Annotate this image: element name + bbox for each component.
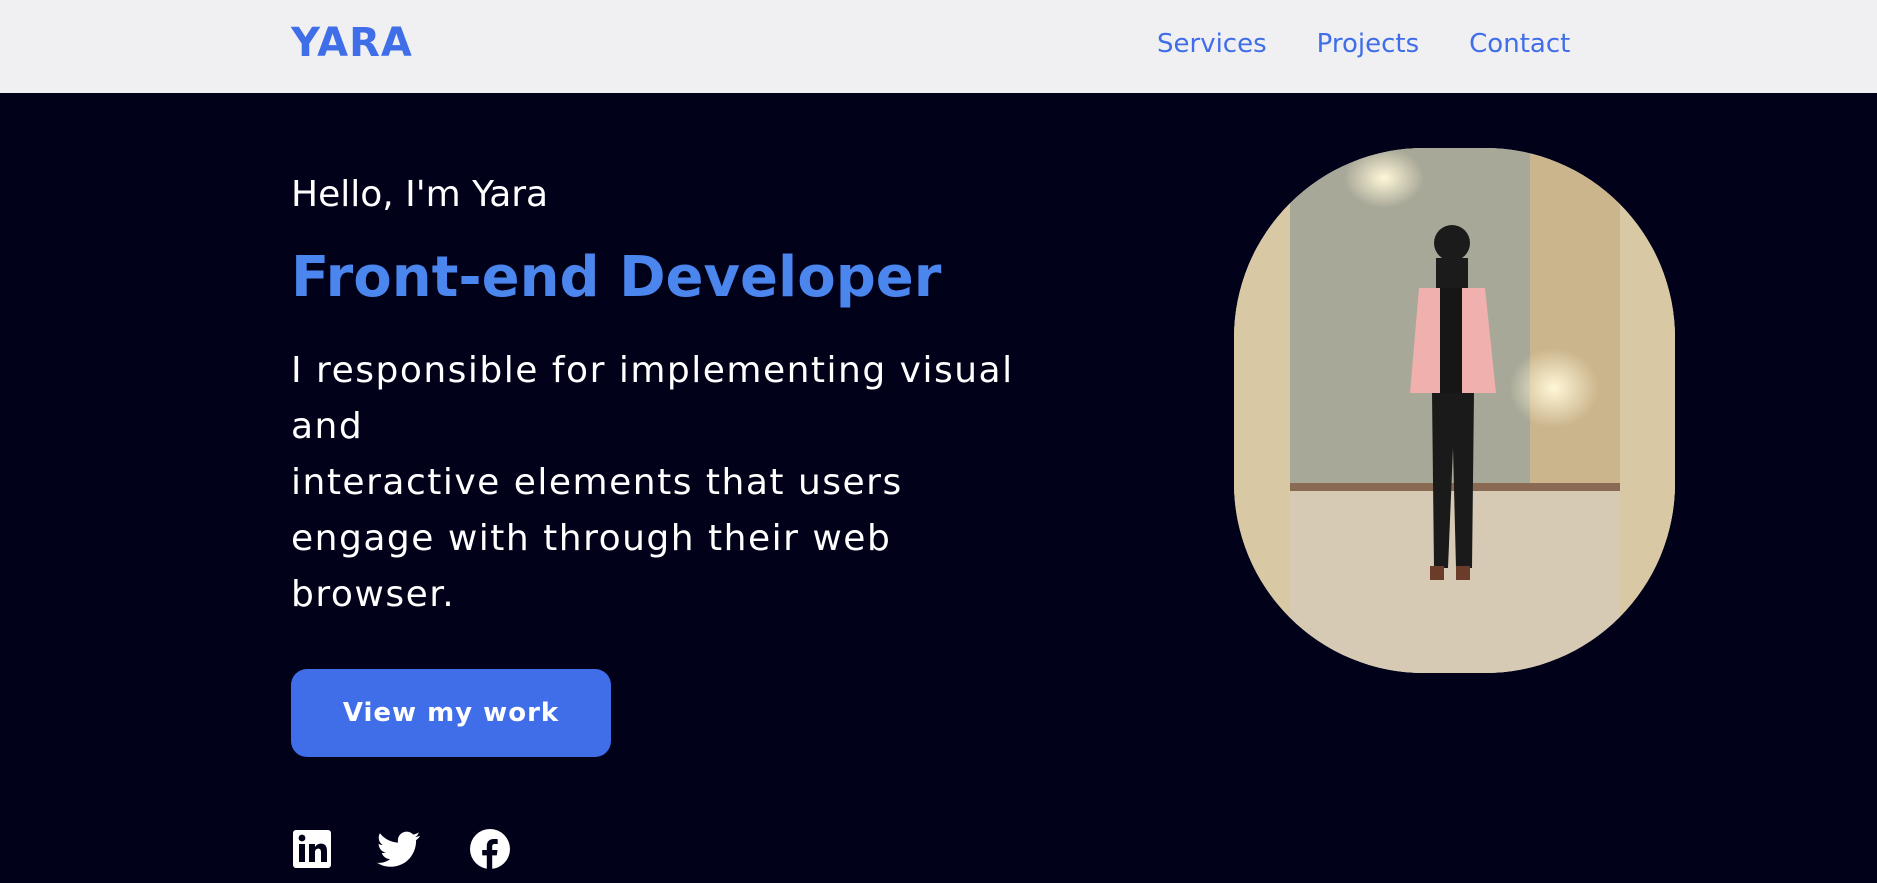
description-line: interactive elements that users (291, 462, 903, 503)
nav-link-contact[interactable]: Contact (1469, 29, 1570, 59)
profile-photo (1234, 148, 1675, 673)
description-line: engage with through their web (291, 518, 892, 559)
linkedin-icon[interactable] (290, 827, 334, 871)
greeting: Hello, I'm Yara (291, 174, 549, 215)
hero-section: Hello, I'm Yara Front-end Developer I re… (0, 93, 1877, 883)
nav-link-projects[interactable]: Projects (1317, 29, 1420, 59)
logo[interactable]: YARA (291, 20, 413, 66)
description-line: I responsible for implementing visual (291, 350, 1014, 391)
nav-link-services[interactable]: Services (1157, 29, 1267, 59)
facebook-icon[interactable] (468, 827, 512, 871)
description-line: and (291, 406, 364, 447)
description-line: browser. (291, 574, 456, 615)
view-my-work-button[interactable]: View my work (291, 669, 611, 757)
navbar: YARA Services Projects Contact (0, 0, 1877, 93)
twitter-icon[interactable] (377, 827, 421, 871)
role-title: Front-end Developer (291, 245, 942, 310)
hero-description: I responsible for implementing visual an… (291, 343, 1071, 623)
profile-photo-illustration (1234, 148, 1675, 673)
nav-links: Services Projects Contact (1157, 29, 1620, 59)
